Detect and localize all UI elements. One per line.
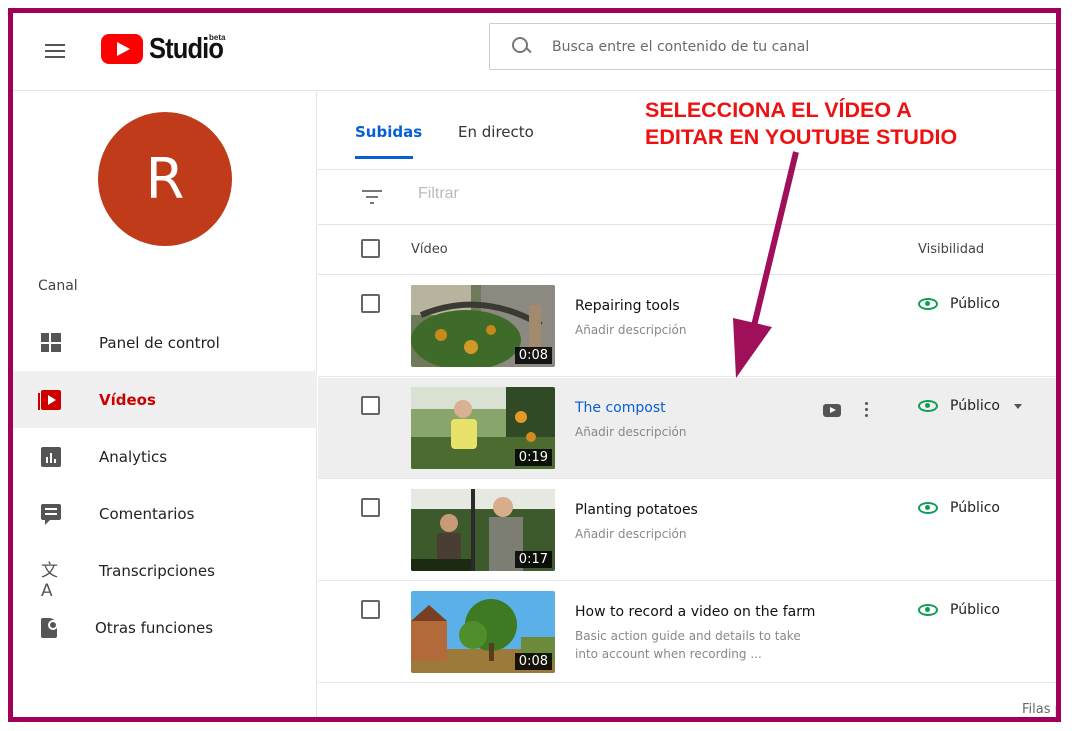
screenshot-frame: Studio beta R Canal Panel de control Víd… — [8, 8, 1061, 722]
video-description[interactable]: Añadir descripción — [575, 321, 815, 339]
video-thumbnail[interactable]: 0:17 — [411, 489, 555, 571]
sidebar-item-label: Comentarios — [99, 504, 195, 523]
translate-icon: 文A — [41, 560, 58, 601]
visibility-label: Público — [950, 602, 1000, 618]
select-all-checkbox[interactable] — [361, 239, 380, 258]
video-duration: 0:19 — [514, 449, 552, 466]
video-description[interactable]: Añadir descripción — [575, 423, 815, 441]
tab-uploads[interactable]: Subidas — [355, 123, 422, 159]
channel-section-label: Canal — [38, 278, 78, 294]
sidebar-item-label: Otras funciones — [95, 618, 214, 637]
analytics-icon — [41, 446, 61, 467]
row-checkbox[interactable] — [361, 498, 380, 517]
search-box[interactable] — [489, 23, 1056, 70]
visibility-selector[interactable]: Público — [918, 398, 1022, 414]
sidebar-item-dashboard[interactable]: Panel de control — [13, 314, 317, 371]
filter-icon[interactable] — [362, 190, 382, 204]
sidebar-item-other-features[interactable]: Otras funciones — [13, 599, 317, 656]
visibility-label: Público — [950, 500, 1000, 516]
visibility-selector[interactable]: Público — [918, 500, 1000, 516]
sidebar-nav: Panel de control Vídeos Analytics Coment… — [13, 314, 317, 656]
eye-icon — [918, 400, 938, 412]
visibility-label: Público — [950, 296, 1000, 312]
sidebar-item-label: Panel de control — [99, 333, 220, 352]
filter-bar — [318, 171, 1056, 225]
table-row[interactable]: 0:08 How to record a video on the farm B… — [318, 582, 1056, 683]
youtube-icon[interactable] — [823, 404, 841, 417]
dashboard-icon — [41, 332, 61, 353]
video-duration: 0:17 — [514, 551, 552, 568]
videos-icon — [38, 389, 61, 410]
row-checkbox[interactable] — [361, 600, 380, 619]
sidebar-item-comments[interactable]: Comentarios — [13, 485, 317, 542]
column-header-video: Vídeo — [411, 242, 448, 257]
menu-icon[interactable] — [45, 44, 65, 58]
filter-input[interactable] — [418, 185, 718, 203]
top-bar: Studio beta — [13, 13, 1056, 91]
video-description[interactable]: Añadir descripción — [575, 525, 815, 543]
eye-icon — [918, 604, 938, 616]
video-description[interactable]: Basic action guide and details to take i… — [575, 627, 815, 663]
column-header-visibility[interactable]: Visibilidad — [918, 242, 984, 257]
youtube-studio-logo[interactable]: Studio beta — [101, 33, 233, 65]
video-thumbnail[interactable]: 0:19 — [411, 387, 555, 469]
annotation-line-1: SELECCIONA EL VÍDEO A — [645, 98, 912, 122]
video-duration: 0:08 — [514, 653, 552, 670]
channel-avatar[interactable]: R — [98, 112, 232, 246]
table-header: Vídeo Visibilidad — [318, 226, 1056, 275]
video-title[interactable]: Planting potatoes — [575, 502, 698, 518]
table-row[interactable]: 0:08 Repairing tools Añadir descripción … — [318, 276, 1056, 377]
video-title[interactable]: The compost — [575, 400, 666, 416]
tab-live[interactable]: En directo — [458, 123, 534, 141]
sidebar-item-transcriptions[interactable]: 文A Transcripciones — [13, 542, 317, 601]
search-icon[interactable] — [508, 32, 538, 62]
video-thumbnail[interactable]: 0:08 — [411, 285, 555, 367]
chevron-down-icon[interactable] — [1014, 403, 1022, 409]
visibility-label: Público — [950, 398, 1000, 414]
sidebar-item-label: Transcripciones — [99, 561, 215, 580]
sidebar-item-analytics[interactable]: Analytics — [13, 428, 317, 485]
video-title[interactable]: Repairing tools — [575, 298, 680, 314]
eye-icon — [918, 298, 938, 310]
other-features-icon — [41, 617, 58, 638]
annotation-line-2: EDITAR EN YOUTUBE STUDIO — [645, 125, 958, 149]
search-input[interactable] — [552, 38, 1032, 55]
sidebar-item-label: Vídeos — [99, 390, 156, 409]
video-duration: 0:08 — [514, 347, 552, 364]
table-row[interactable]: 0:17 Planting potatoes Añadir descripció… — [318, 480, 1056, 581]
youtube-play-icon — [101, 34, 143, 64]
comments-icon — [41, 503, 61, 525]
rows-per-page-label: Filas p — [1022, 702, 1061, 717]
instruction-annotation: SELECCIONA EL VÍDEO A EDITAR EN YOUTUBE … — [645, 97, 1045, 151]
visibility-selector[interactable]: Público — [918, 296, 1000, 312]
sidebar-item-videos[interactable]: Vídeos — [13, 371, 317, 428]
visibility-selector[interactable]: Público — [918, 602, 1000, 618]
sidebar: R Canal Panel de control Vídeos Analytic… — [13, 92, 317, 717]
beta-badge: beta — [209, 33, 226, 42]
sidebar-item-label: Analytics — [99, 447, 168, 466]
main-content: Subidas En directo Vídeo Visibilidad — [318, 92, 1061, 717]
more-options-icon[interactable] — [864, 402, 870, 420]
table-row[interactable]: 0:19 The compost Añadir descripción Públ… — [318, 378, 1056, 479]
eye-icon — [918, 502, 938, 514]
row-checkbox[interactable] — [361, 294, 380, 313]
video-title[interactable]: How to record a video on the farm — [575, 604, 815, 620]
row-checkbox[interactable] — [361, 396, 380, 415]
video-thumbnail[interactable]: 0:08 — [411, 591, 555, 673]
